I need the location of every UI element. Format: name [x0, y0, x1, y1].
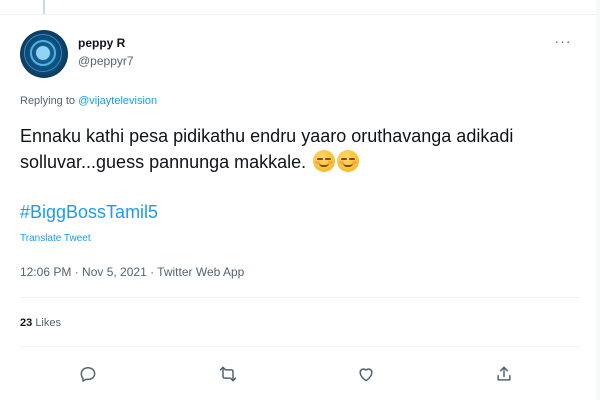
likes-count: 23 [20, 317, 33, 329]
replying-to: Replying to @vijaytelevision [20, 95, 157, 107]
author-handle[interactable]: @peppyr7 [78, 54, 134, 68]
avatar[interactable] [20, 30, 68, 78]
tweet-actions-bar [0, 360, 600, 388]
tweet-detail: peppy R @peppyr7 ··· Replying to @vijayt… [0, 0, 600, 400]
likes-stat[interactable]: 23 Likes [20, 317, 61, 329]
replying-to-mention-link[interactable]: @vijaytelevision [78, 95, 157, 107]
avatar-center [36, 46, 50, 60]
share-button[interactable] [490, 360, 518, 388]
tweet-body: Ennaku kathi pesa pidikathu endru yaaro … [20, 126, 514, 172]
replying-to-prefix: Replying to [20, 95, 79, 107]
like-button[interactable] [352, 360, 380, 388]
translate-tweet-link[interactable]: Translate Tweet [20, 233, 91, 244]
reply-button[interactable] [74, 360, 102, 388]
author-display-name[interactable]: peppy R [78, 36, 125, 50]
tweet-text: Ennaku kathi pesa pidikathu endru yaaro … [20, 123, 580, 175]
retweet-icon [219, 366, 237, 382]
top-divider [0, 14, 600, 15]
reply-icon [80, 367, 96, 382]
divider [20, 346, 580, 347]
share-icon [497, 366, 511, 381]
tweet-timestamp[interactable]: 12:06 PM · Nov 5, 2021 · Twitter Web App [20, 265, 244, 279]
divider [20, 297, 580, 298]
likes-label: Likes [35, 317, 61, 329]
smirking-face-emoji [313, 150, 336, 172]
retweet-button[interactable] [214, 360, 242, 388]
more-options-icon[interactable]: ··· [552, 34, 574, 50]
thread-connector-line [43, 0, 45, 14]
hashtag-link[interactable]: #BiggBossTamil5 [20, 202, 158, 223]
scrollbar[interactable] [596, 0, 600, 400]
heart-icon [359, 368, 373, 382]
smirking-face-emoji [337, 150, 360, 172]
